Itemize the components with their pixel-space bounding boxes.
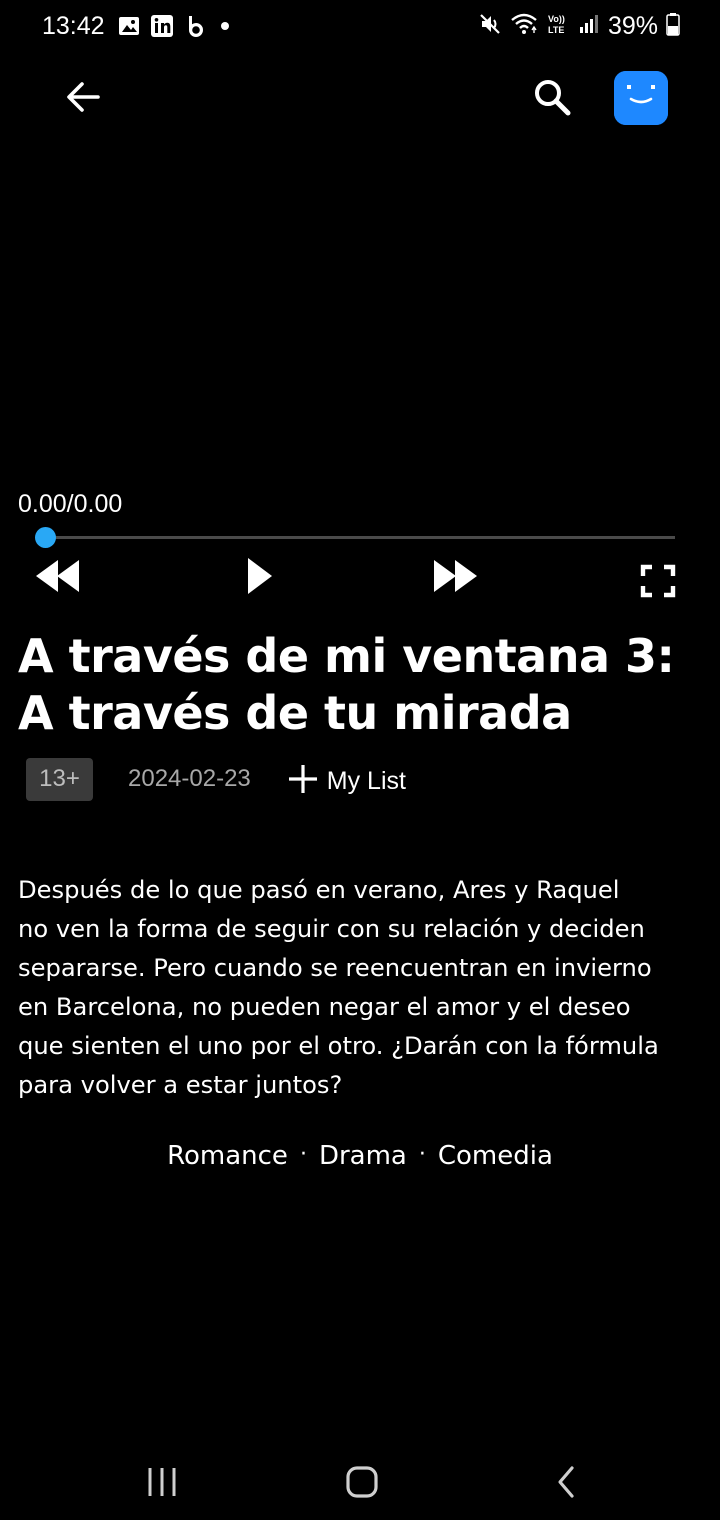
notification-dot-icon: [218, 19, 232, 38]
status-time: 13:42: [42, 12, 105, 40]
genre-romance[interactable]: Romance: [167, 1141, 288, 1171]
search-button[interactable]: [528, 74, 578, 120]
rewind-icon: [36, 560, 79, 592]
description-line: no ven la forma de seguir con su relació…: [18, 915, 645, 943]
play-icon: [248, 558, 272, 594]
genre-separator: ·: [299, 1142, 307, 1167]
home-button[interactable]: [342, 1462, 382, 1502]
home-icon: [346, 1466, 378, 1498]
video-player[interactable]: [0, 140, 720, 490]
top-bar: [0, 56, 720, 140]
meta-row: 13+ 2024-02-23 My List: [26, 757, 406, 801]
rewind-button[interactable]: [34, 554, 82, 598]
fullscreen-icon: [640, 564, 676, 598]
status-left-icons: [118, 14, 232, 43]
recent-apps-button[interactable]: [142, 1462, 182, 1502]
fast-forward-button[interactable]: [432, 554, 480, 598]
age-rating-badge: 13+: [26, 757, 93, 801]
back-button[interactable]: [58, 74, 108, 120]
arrow-left-icon: [67, 82, 100, 112]
back-icon: [558, 1466, 574, 1498]
system-back-button[interactable]: [548, 1462, 588, 1502]
add-to-my-list-button[interactable]: My List: [287, 763, 406, 796]
wifi-icon: [510, 12, 538, 41]
genre-separator: ·: [418, 1142, 426, 1167]
search-icon: [535, 80, 571, 116]
genre-comedia[interactable]: Comedia: [438, 1141, 553, 1171]
time-readout: 0.00/0.00: [18, 490, 123, 518]
movie-description: Después de lo que pasó en verano, Ares y…: [18, 871, 720, 1105]
fullscreen-button[interactable]: [640, 564, 676, 598]
status-right-icons: Vo)) LTE 39%: [478, 12, 680, 41]
play-button[interactable]: [244, 554, 276, 598]
battery-icon: [666, 12, 680, 41]
battery-text: 39%: [607, 12, 658, 40]
status-bar: 13:42 Vo)) LTE 39%: [0, 0, 720, 56]
description-line: separarse. Pero cuando se reencuentran e…: [18, 954, 652, 982]
system-nav-bar: [0, 1440, 720, 1520]
recent-apps-icon: [148, 1468, 176, 1496]
description-line: en Barcelona, no pueden negar el amor y …: [18, 993, 631, 1021]
progress-bar[interactable]: [45, 536, 675, 539]
gallery-icon: [118, 15, 140, 42]
volte-icon: Vo)) LTE: [546, 12, 570, 41]
description-line: para volver a estar juntos?: [18, 1071, 343, 1099]
genre-drama[interactable]: Drama: [319, 1141, 407, 1171]
fast-forward-icon: [434, 560, 477, 592]
mute-icon: [478, 12, 502, 41]
genre-list: Romance · Drama · Comedia: [0, 1141, 720, 1171]
smiley-avatar-icon: [614, 71, 668, 125]
plus-icon: [288, 765, 317, 793]
svg-text:Vo)): Vo)): [548, 14, 565, 24]
beeper-icon: [184, 14, 208, 43]
progress-thumb[interactable]: [35, 527, 56, 548]
linkedin-icon: [150, 14, 174, 43]
movie-title: A través de mi ventana 3: A través de tu…: [18, 629, 675, 740]
signal-icon: [578, 13, 600, 40]
release-date: 2024-02-23: [128, 765, 251, 792]
svg-text:LTE: LTE: [548, 25, 564, 35]
my-list-label: My List: [326, 766, 406, 795]
description-line: Después de lo que pasó en verano, Ares y…: [18, 876, 620, 904]
description-line: que sienten el uno por el otro. ¿Darán c…: [18, 1032, 659, 1060]
profile-avatar[interactable]: [614, 71, 668, 125]
